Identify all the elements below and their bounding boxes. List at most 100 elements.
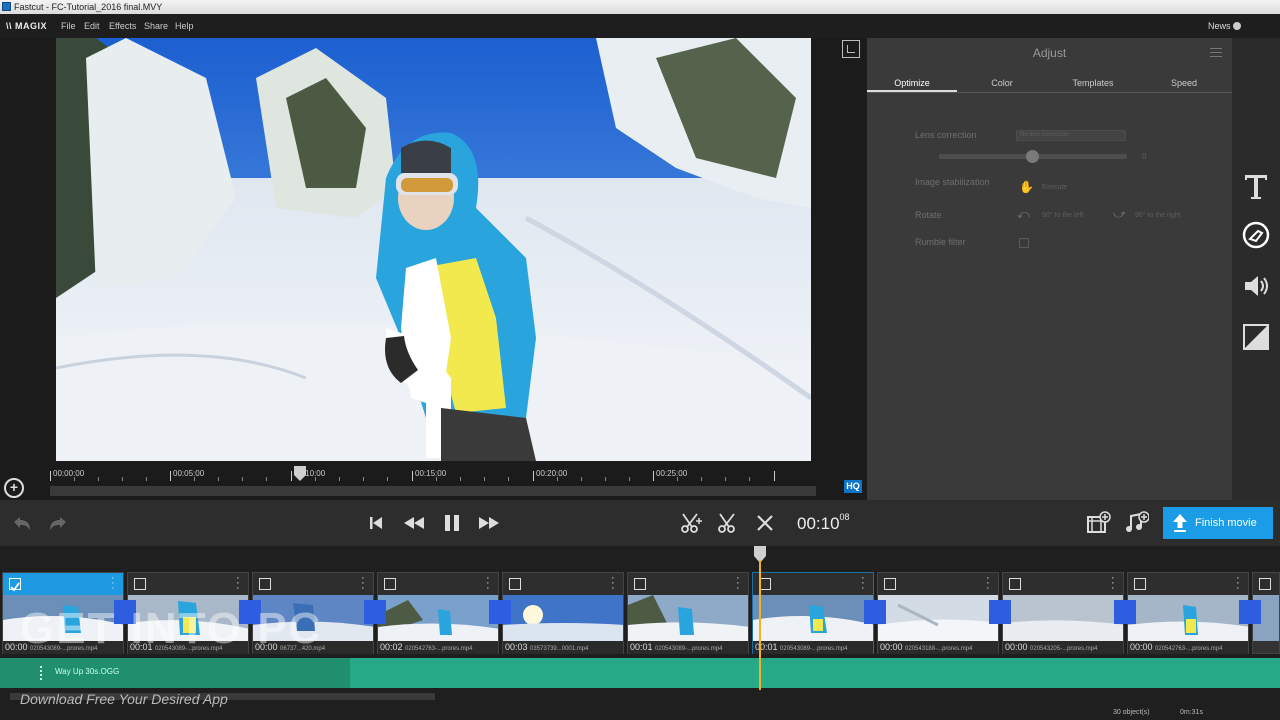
finish-movie-button[interactable]: Finish movie	[1163, 507, 1273, 539]
transition-tool-icon[interactable]	[1240, 321, 1272, 353]
menu-file[interactable]: File	[61, 14, 76, 38]
clip-file: 020542763-...prores.mp4	[1155, 646, 1223, 652]
lens-slider-handle[interactable]	[1026, 150, 1039, 163]
tab-color[interactable]: Color	[957, 74, 1047, 92]
audio-grip-icon[interactable]	[40, 666, 43, 680]
preview-scrollbar[interactable]	[50, 486, 816, 496]
clip-time: 00:02	[380, 642, 403, 652]
skip-back-icon[interactable]	[368, 515, 384, 531]
ruler-tick	[412, 471, 413, 481]
pause-icon[interactable]	[442, 513, 462, 533]
total-duration: 0m:31s	[1180, 709, 1203, 716]
clip-menu-icon[interactable]: · · ·	[861, 573, 865, 594]
transition-marker[interactable]	[1114, 600, 1136, 624]
clip-thumbnail	[878, 595, 998, 641]
clip-menu-icon[interactable]: · · ·	[361, 573, 365, 594]
timeline-clip[interactable]: · · · 00:00 020543205-...prores.mp4	[1002, 572, 1124, 654]
clip-checkbox[interactable]	[1259, 578, 1271, 590]
clip-menu-icon[interactable]: · · ·	[111, 573, 115, 594]
clip-checkbox[interactable]	[509, 578, 521, 590]
rumble-filter-checkbox[interactable]	[1019, 238, 1029, 248]
rotate-left-icon[interactable]: ⤺	[1017, 207, 1030, 222]
clip-menu-icon[interactable]: · · ·	[1236, 573, 1240, 594]
timeline-clip[interactable]: · · · 00:00 020543188-...prores.mp4	[877, 572, 999, 654]
timeline-clip[interactable]: · · · 00:03 03573739...0001.mp4	[502, 572, 624, 654]
news-link[interactable]: News	[1208, 14, 1231, 38]
clip-checkbox[interactable]	[884, 578, 896, 590]
rotate-right-button[interactable]: 90° to the right	[1135, 212, 1181, 219]
app-icon	[2, 2, 11, 11]
preview-area: 00:00:00 00:05:00 00:10:00 00:15:00 00:2…	[0, 38, 867, 500]
clip-checkbox[interactable]	[1134, 578, 1146, 590]
audio-track[interactable]: Way Up 30s.OGG	[0, 658, 1280, 688]
menubar: \\ MAGIX File Edit Effects Share Help Ne…	[0, 14, 1280, 38]
clip-checkbox[interactable]	[9, 578, 21, 592]
adjust-panel: Adjust Optimize Color Templates Speed Le…	[867, 38, 1232, 500]
timeline-playhead[interactable]	[759, 560, 761, 690]
cut-scissors-icon[interactable]	[716, 512, 740, 534]
timeline-clip[interactable]: · · · 00:01 020543089-...prores.mp4	[752, 572, 874, 654]
clip-menu-icon[interactable]: · · ·	[736, 573, 740, 594]
fullscreen-icon[interactable]	[842, 40, 860, 58]
transition-marker[interactable]	[864, 600, 886, 624]
add-music-icon[interactable]	[1123, 511, 1149, 535]
ruler-tick	[291, 471, 292, 481]
tab-optimize[interactable]: Optimize	[867, 74, 957, 92]
timeline-clip[interactable]: · · · 00:01 020543089-...prores.mp4	[627, 572, 749, 654]
menu-help[interactable]: Help	[175, 14, 194, 38]
add-media-icon[interactable]	[1085, 511, 1111, 535]
panel-menu-icon[interactable]	[1210, 48, 1222, 57]
clip-thumbnail	[1003, 595, 1123, 641]
clip-checkbox[interactable]	[384, 578, 396, 590]
timeline-clip[interactable]: · · · 00:02 020542763-...prores.mp4	[377, 572, 499, 654]
rewind-icon[interactable]	[402, 515, 426, 531]
watermark-logo: GET INTO PC	[20, 604, 323, 653]
rotate-left-button[interactable]: 90° to the left	[1042, 212, 1083, 219]
status-bar: 30 object(s) 0m:31s	[0, 706, 1280, 720]
clip-menu-icon[interactable]: · · ·	[486, 573, 490, 594]
clip-checkbox[interactable]	[134, 578, 146, 590]
text-tool-icon[interactable]	[1240, 170, 1272, 202]
clip-time: 00:00	[1005, 642, 1028, 652]
volume-tool-icon[interactable]	[1240, 270, 1272, 302]
delete-icon[interactable]	[756, 514, 774, 532]
audio-track-fade	[0, 658, 350, 688]
menu-edit[interactable]: Edit	[84, 14, 100, 38]
timeline-clip[interactable]: · · · 00:00 020542763-...prores.mp4	[1127, 572, 1249, 654]
execute-button[interactable]: Execute	[1042, 184, 1067, 191]
tab-templates[interactable]: Templates	[1047, 74, 1139, 92]
clip-time: 00:01	[630, 642, 653, 652]
clip-thumbnail	[628, 595, 748, 641]
ruler-playhead-marker[interactable]	[293, 466, 307, 482]
rotate-right-icon[interactable]: ⤻	[1113, 207, 1126, 222]
transition-marker[interactable]	[1239, 600, 1261, 624]
transition-marker[interactable]	[989, 600, 1011, 624]
redo-icon[interactable]	[46, 514, 70, 534]
lens-correction-select[interactable]: No lens correction	[1016, 130, 1126, 141]
hand-icon: ✋	[1019, 180, 1034, 194]
clip-time: 00:00	[1130, 642, 1153, 652]
clip-checkbox[interactable]	[1009, 578, 1021, 590]
clip-checkbox[interactable]	[259, 578, 271, 590]
adjust-title: Adjust	[1032, 46, 1067, 60]
undo-icon[interactable]	[10, 514, 34, 534]
lens-correction-label: Lens correction	[915, 130, 977, 140]
snowboarder-frame	[56, 38, 811, 461]
clip-menu-icon[interactable]: · · ·	[611, 573, 615, 594]
adjust-tool-icon[interactable]	[1240, 219, 1272, 251]
split-scissors-icon[interactable]	[679, 512, 703, 534]
clip-menu-icon[interactable]: · · ·	[1111, 573, 1115, 594]
video-preview[interactable]	[56, 38, 811, 461]
menu-share[interactable]: Share	[144, 14, 168, 38]
tab-speed[interactable]: Speed	[1139, 74, 1229, 92]
clip-menu-icon[interactable]: · · ·	[236, 573, 240, 594]
hq-badge[interactable]: HQ	[844, 480, 862, 493]
clip-menu-icon[interactable]: · · ·	[986, 573, 990, 594]
transition-marker[interactable]	[364, 600, 386, 624]
transition-marker[interactable]	[489, 600, 511, 624]
preview-time-ruler[interactable]: 00:00:00 00:05:00 00:10:00 00:15:00 00:2…	[50, 466, 816, 486]
fast-forward-icon[interactable]	[477, 515, 501, 531]
clip-checkbox[interactable]	[634, 578, 646, 590]
menu-effects[interactable]: Effects	[109, 14, 136, 38]
zoom-in-icon[interactable]: +	[4, 478, 24, 498]
